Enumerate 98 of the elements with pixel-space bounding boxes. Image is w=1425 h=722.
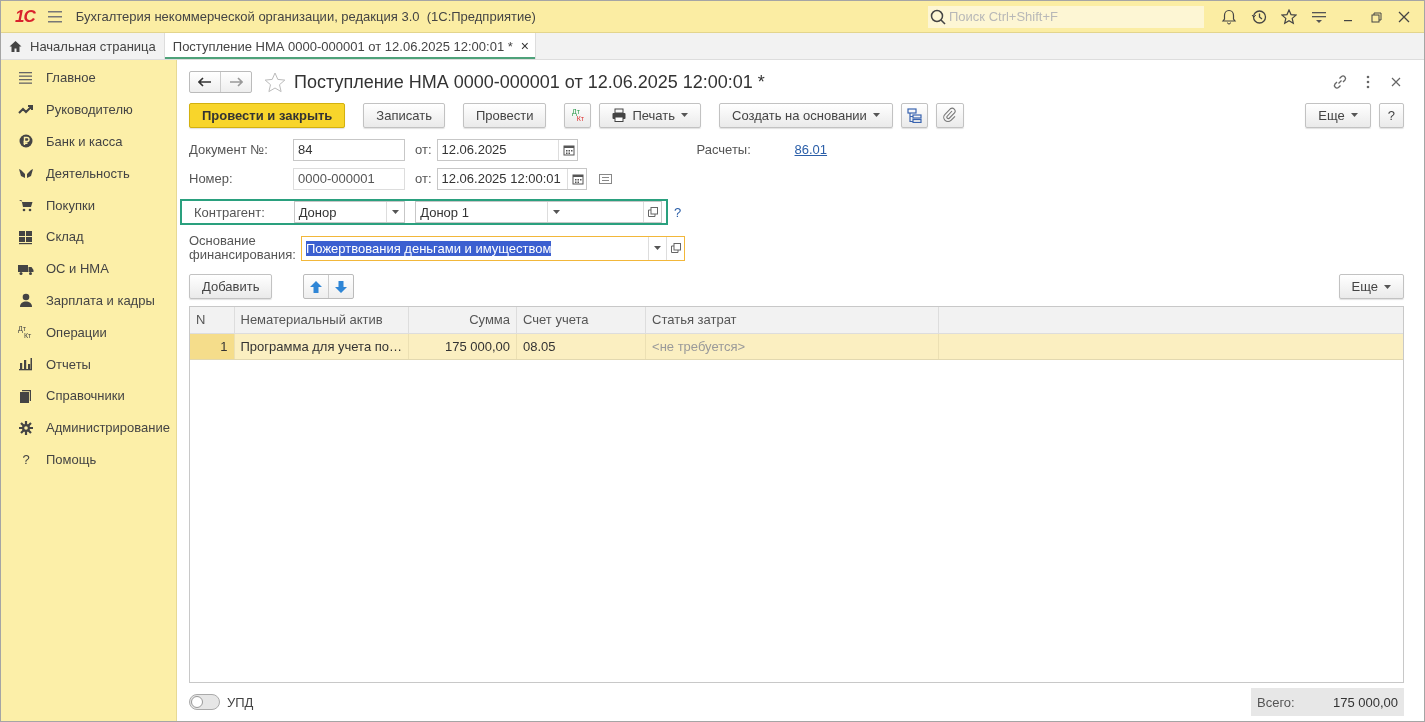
sidebar-item[interactable]: Банк и касса (1, 125, 176, 158)
button[interactable]: Провести и закрыть (189, 102, 346, 128)
search-icon (928, 5, 949, 28)
account-link[interactable]: 86.01 (794, 142, 828, 157)
printer-icon (612, 108, 627, 122)
grid-icon (18, 228, 34, 245)
add-button[interactable]: Добавить (189, 274, 273, 299)
column-header[interactable]: Нематериальный актив (234, 307, 409, 333)
sidebar-item[interactable]: Справочники (1, 379, 176, 412)
dropdown-field[interactable]: Донор 1 (415, 201, 662, 223)
table-cell: 08.05 (516, 333, 646, 359)
star-icon[interactable] (264, 71, 286, 93)
print-button[interactable]: Печать (599, 102, 701, 128)
list-icon (18, 69, 34, 86)
open-icon[interactable] (670, 243, 681, 253)
hierarchy-icon (906, 107, 922, 123)
close-tab-button[interactable]: × (520, 38, 529, 54)
table-cell: Программа для учета по… (234, 333, 409, 359)
menu-button[interactable]: Еще (1338, 274, 1404, 299)
sidebar-item[interactable]: Зарплата и кадры (1, 284, 176, 317)
help-link[interactable]: ? (674, 204, 682, 220)
menu-button[interactable]: Еще (1305, 102, 1371, 128)
structure-button[interactable] (900, 102, 928, 128)
dropdown-field[interactable]: Пожертвования деньгами и имуществом (301, 235, 685, 261)
total-value: 175 000,00 (1332, 694, 1398, 710)
date-field[interactable]: 12.06.2025 12:00:01 (436, 167, 587, 190)
person-icon (18, 292, 34, 309)
field-label: Контрагент: (194, 204, 266, 220)
home-icon (9, 40, 22, 52)
sidebar-item[interactable]: Покупки (1, 189, 176, 221)
gear-icon (18, 419, 34, 436)
books-icon (18, 387, 34, 404)
column-header[interactable]: Сумма (408, 307, 517, 333)
column-header[interactable]: Счет учета (516, 307, 646, 333)
table-row[interactable]: 1 Программа для учета по… 175 000,00 08.05 <не требуется> (190, 333, 1403, 359)
form-title: Поступление НМА 0000-000001 от 12.06.2025 12:00:01 * (294, 71, 765, 93)
link-icon[interactable] (1332, 74, 1348, 90)
ruble-coin-icon (18, 133, 34, 150)
sidebar-item[interactable]: ? Помощь (1, 443, 176, 476)
column-header[interactable]: N (190, 307, 234, 333)
tab[interactable]: Начальная страница (1, 33, 164, 59)
bell-icon[interactable] (1221, 8, 1237, 25)
dropdown-arrow-icon (872, 113, 880, 117)
cart-icon (18, 197, 34, 214)
field-label: Документ №: (189, 142, 269, 157)
field-value: Пожертвования деньгами и имуществом (306, 240, 552, 256)
text-field[interactable]: 0000-000001 (293, 167, 405, 190)
help-icon: ? (18, 451, 34, 467)
field-label: от: (415, 142, 432, 157)
dropdown-arrow-icon (1384, 284, 1391, 289)
text-field[interactable]: 84 (293, 138, 405, 161)
sidebar-item[interactable]: Отчеты (1, 348, 176, 380)
paperclip-icon (941, 107, 958, 123)
back-arrow-icon[interactable] (198, 77, 212, 87)
dropdown-arrow-icon[interactable] (654, 246, 661, 250)
list-icon[interactable] (598, 173, 612, 184)
toggle-switch[interactable] (189, 694, 220, 710)
calendar-icon[interactable] (571, 172, 584, 185)
dropdown-arrow-icon (681, 113, 688, 117)
sidebar-item[interactable]: ОС и НМА (1, 252, 176, 285)
dropdown-arrow-icon[interactable] (392, 210, 400, 214)
button[interactable]: ? (1378, 102, 1404, 128)
table-cell: 1 (190, 333, 234, 359)
field-label: Расчеты: (696, 142, 752, 157)
menu-icon[interactable] (47, 10, 62, 23)
button[interactable]: Провести (462, 102, 547, 128)
button[interactable]: Записать (363, 102, 445, 128)
move-down-icon[interactable] (335, 280, 348, 293)
attach-button[interactable] (935, 102, 964, 128)
history-icon[interactable] (1251, 8, 1267, 25)
dropdown-arrow-icon[interactable] (552, 210, 560, 214)
field-label: от: (415, 171, 432, 186)
dropdown-field[interactable]: Донор (293, 201, 406, 223)
table-cell: 175 000,00 (408, 333, 517, 359)
sidebar-item[interactable]: Руководителю (1, 93, 176, 126)
open-icon[interactable] (647, 207, 658, 217)
calendar-icon[interactable] (562, 143, 575, 156)
sidebar-item[interactable]: Деятельность (1, 157, 176, 190)
menu-button[interactable]: Создать на основании (719, 102, 893, 128)
move-up-icon[interactable] (310, 280, 323, 293)
sidebar-item[interactable]: Администрирование (1, 411, 176, 444)
sidebar-item[interactable]: Главное (1, 62, 176, 94)
dropdown-arrow-icon (1350, 113, 1358, 117)
app-logo: 1С (15, 6, 35, 27)
bar-chart-icon (18, 356, 34, 373)
forward-arrow-icon[interactable] (229, 77, 243, 87)
sidebar-item[interactable]: Склад (1, 221, 176, 253)
toggle-label: УПД (227, 694, 254, 710)
table-cell: <не требуется> (645, 333, 939, 359)
star-icon[interactable] (1281, 8, 1297, 25)
search-field[interactable]: Поиск Ctrl+Shift+F (949, 5, 1204, 28)
column-header[interactable]: Статья затрат (645, 307, 939, 333)
window-title: Бухгалтерия некоммерческой организации, редакция 3.0 (1С:Предприятие) (75, 9, 536, 24)
total-label: Всего: (1257, 694, 1295, 710)
date-field[interactable]: 12.06.2025 (436, 138, 578, 161)
tab[interactable]: Поступление НМА 0000-000001 от 12.06.2025 12:00:01 * × (163, 33, 536, 59)
field-label: Основание финансирования: (189, 234, 297, 262)
field-label: Номер: (189, 171, 234, 186)
